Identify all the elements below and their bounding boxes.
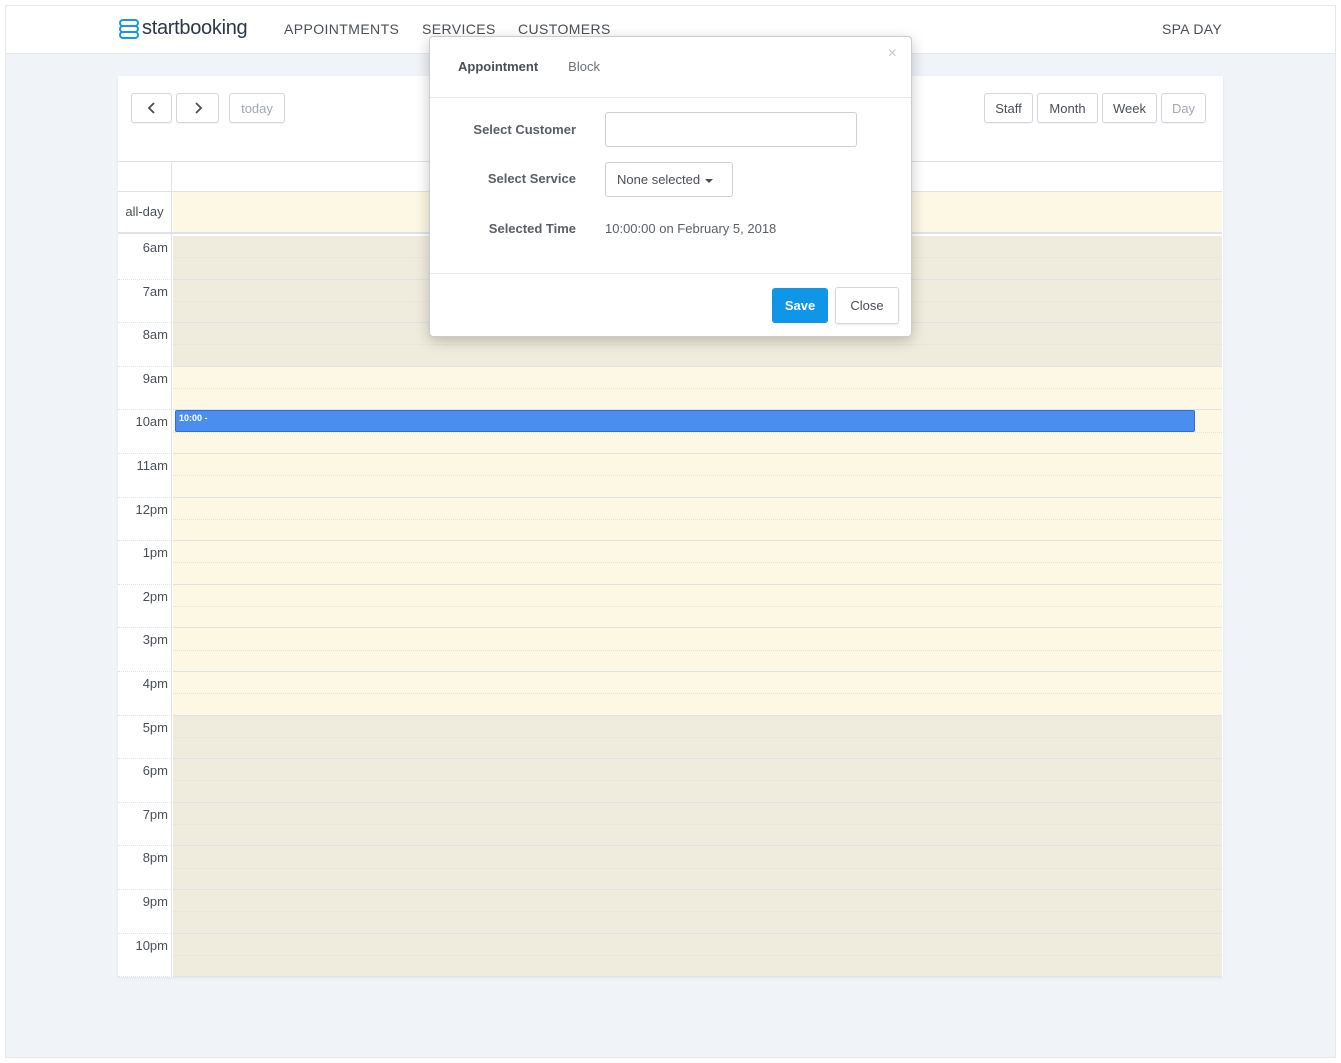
customer-label: Select Customer [473, 122, 576, 137]
selected-time-value: 10:00:00 on February 5, 2018 [605, 221, 777, 236]
hour-row: 9am [118, 366, 1222, 411]
hour-label: 3pm [142, 632, 168, 648]
chevron-left-icon [147, 102, 155, 114]
hour-row: 9pm [118, 889, 1222, 934]
hour-label: 1pm [142, 545, 168, 561]
hour-row: 6pm [118, 759, 1222, 803]
time-slot[interactable] [173, 497, 1222, 542]
hour-label: 6am [142, 240, 168, 255]
time-slot[interactable] [173, 671, 1222, 716]
service-label: Select Service [487, 171, 576, 186]
time-slot[interactable] [173, 846, 1222, 890]
time-slot[interactable] [173, 366, 1222, 411]
hour-row: 11am [118, 453, 1222, 498]
close-icon[interactable]: × [888, 45, 897, 63]
nav-item-appointments[interactable]: APPOINTMENTS [284, 21, 399, 37]
time-slot[interactable] [173, 584, 1222, 629]
view-day-button[interactable]: Day [1161, 93, 1206, 123]
app-window: startbooking APPOINTMENTS SERVICES CUSTO… [5, 5, 1336, 1058]
view-week-button[interactable]: Week [1102, 93, 1157, 123]
allday-label: all-day [125, 204, 164, 219]
prev-button[interactable] [131, 93, 172, 123]
hour-label: 6pm [142, 763, 168, 779]
close-button[interactable]: Close [835, 287, 899, 324]
view-month-button[interactable]: Month [1037, 93, 1098, 123]
nav-item-services[interactable]: SERVICES [422, 21, 496, 37]
time-slots: 6am 7am 8am 9am 10am 11am 12pm 1pm 2pm 3pm 4pm 5pm 6… [118, 236, 1222, 978]
hour-row: 4pm [118, 671, 1222, 716]
brand-logo[interactable]: startbooking [118, 17, 248, 40]
brand-name: startbooking [142, 17, 248, 39]
hour-label: 8am [142, 327, 168, 343]
tab-block[interactable]: Block [568, 59, 600, 74]
hour-label: 12pm [135, 501, 168, 517]
hour-row: 10pm [118, 933, 1222, 978]
hour-label: 11am [136, 457, 168, 473]
appointment-modal: × Appointment Block Select Customer Sele… [429, 36, 912, 337]
hour-row: 2pm [118, 584, 1222, 629]
hour-label: 7pm [142, 806, 168, 822]
next-button[interactable] [176, 93, 219, 123]
hour-row: 1pm [118, 541, 1222, 585]
hour-row: 7pm [118, 802, 1222, 847]
calendar-event[interactable]: 10:00 - [175, 410, 1195, 432]
time-slot[interactable] [173, 889, 1222, 934]
customer-input[interactable] [605, 112, 857, 147]
modal-tabs: Appointment Block [458, 59, 630, 74]
hour-row: 8pm [118, 846, 1222, 890]
service-select-value: None selected [617, 172, 701, 187]
hour-row: 12pm [118, 497, 1222, 542]
hour-label: 9pm [142, 893, 168, 909]
chevron-right-icon [194, 102, 202, 114]
nav-item-customers[interactable]: CUSTOMERS [518, 21, 611, 37]
hour-label: 5pm [142, 719, 168, 735]
hour-label: 7am [142, 283, 168, 299]
time-slot[interactable] [173, 933, 1222, 978]
time-label: Selected Time [488, 221, 576, 236]
service-select[interactable]: None selected [605, 162, 733, 197]
time-slot[interactable] [173, 453, 1222, 498]
today-button[interactable]: today [229, 93, 285, 123]
tab-appointment[interactable]: Appointment [458, 59, 538, 74]
hour-row: 5pm [118, 715, 1222, 760]
time-slot[interactable] [173, 628, 1222, 672]
hour-label: 8pm [142, 850, 168, 866]
time-slot[interactable] [173, 541, 1222, 585]
hour-label: 4pm [142, 675, 168, 691]
time-slot[interactable] [173, 802, 1222, 847]
hour-label: 10pm [135, 937, 168, 953]
divider [430, 273, 911, 274]
caret-down-icon [705, 178, 714, 183]
hour-label: 2pm [142, 588, 168, 604]
hour-row: 3pm [118, 628, 1222, 672]
save-button[interactable]: Save [772, 288, 828, 323]
time-slot[interactable] [173, 759, 1222, 803]
hour-label: 10am [135, 414, 168, 430]
business-name[interactable]: SPA DAY [1162, 21, 1222, 37]
gutter-divider [118, 976, 172, 978]
view-staff-button[interactable]: Staff [984, 93, 1033, 123]
time-slot[interactable] [173, 715, 1222, 760]
hour-label: 9am [142, 370, 168, 386]
divider [430, 97, 911, 98]
startbooking-logo-icon [119, 18, 139, 39]
